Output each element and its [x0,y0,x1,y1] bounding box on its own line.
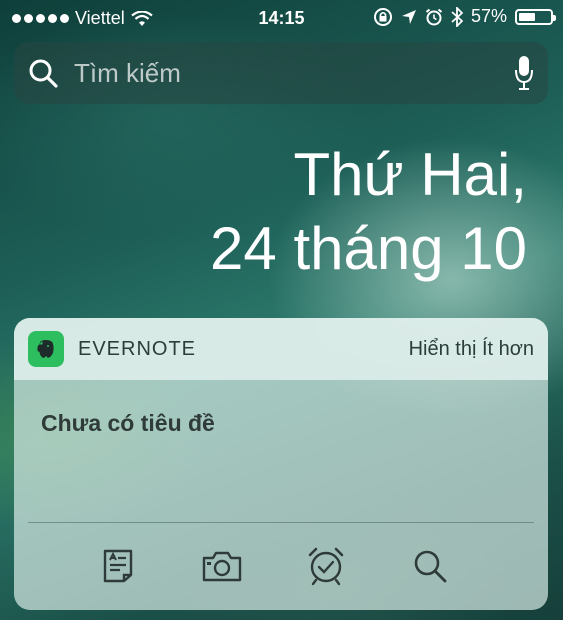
evernote-app-icon[interactable] [28,331,64,367]
elephant-icon [37,340,54,358]
search-notes-button[interactable] [408,544,452,588]
battery-percent: 57% [470,6,507,26]
divider [28,522,534,523]
weekday-label: Thứ Hai, [293,141,527,208]
bluetooth-icon [451,6,463,27]
new-note-button[interactable] [96,544,140,588]
search-input[interactable] [72,56,514,90]
camera-button[interactable] [200,544,244,588]
widget-header: EVERNOTE Hiển thị Ít hơn [14,318,548,380]
reminder-button[interactable] [304,544,348,588]
search-bar[interactable] [14,42,548,104]
search-icon [414,550,447,583]
show-less-button[interactable]: Hiển thị Ít hơn [409,338,534,361]
note-title[interactable]: Chưa có tiêu đề [41,410,215,437]
search-icon [29,59,58,88]
status-bar: Viettel 14:15 57% [0,0,563,38]
new-note-icon [103,549,133,583]
widget-actions [14,544,548,588]
app-name: EVERNOTE [78,337,197,360]
status-right: 57% [373,6,556,27]
alarm-clock-icon [308,547,344,586]
camera-icon [202,551,242,582]
day-month-label: 24 tháng 10 [210,215,527,282]
location-icon [401,9,416,24]
battery-icon [515,8,556,25]
microphone-icon[interactable] [514,55,534,91]
alarm-icon [425,8,443,25]
date-display: Thứ Hai, 24 tháng 10 [210,138,527,286]
evernote-widget: EVERNOTE Hiển thị Ít hơn Chưa có tiêu đề [14,318,548,610]
rotation-lock-icon [373,7,392,26]
